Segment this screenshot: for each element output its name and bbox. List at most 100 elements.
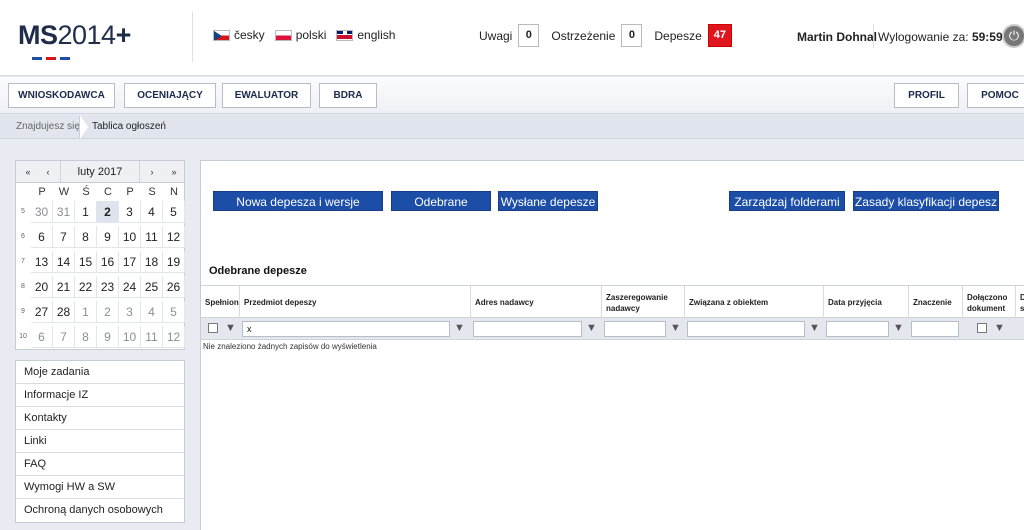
calendar-day[interactable]: 18 [141, 251, 163, 273]
header-divider [192, 12, 193, 62]
counter-warnings[interactable]: Ostrzeżenie 0 [551, 24, 643, 47]
filter-icon[interactable]: ▼ [454, 322, 465, 334]
counter-messages[interactable]: Depesze 47 [654, 24, 733, 47]
calendar-day[interactable]: 1 [75, 201, 97, 223]
new-message-button[interactable]: Nowa depesza i wersje robocze [213, 191, 383, 229]
nav-evaluator-button[interactable]: OCENIAJĄCY [124, 83, 216, 108]
ms2014-logo[interactable]: MS2014+ [18, 20, 131, 51]
calendar-day[interactable]: 12 [163, 226, 185, 248]
calendar-day[interactable]: 27 [31, 301, 53, 323]
subject-filter-input[interactable]: x [242, 321, 450, 337]
calendar-day[interactable]: 8 [75, 326, 97, 348]
col-importance[interactable]: Znaczenie [909, 286, 963, 319]
calendar-first-icon[interactable]: « [18, 161, 38, 183]
calendar-day[interactable]: 1 [75, 301, 97, 323]
calendar-day[interactable]: 25 [141, 276, 163, 298]
menu-hw-sw-requirements[interactable]: Wymogi HW a SW [16, 476, 184, 499]
menu-information[interactable]: Informacje IZ [16, 384, 184, 407]
col-fulfilled[interactable]: Spełnion [201, 286, 240, 319]
calendar-day[interactable]: 16 [97, 251, 119, 273]
calendar-day[interactable]: 3 [119, 201, 141, 223]
counter-notes[interactable]: Uwagi 0 [479, 24, 540, 47]
calendar-day[interactable]: 2 [97, 201, 119, 223]
related-object-filter-input[interactable] [687, 321, 805, 337]
calendar-day[interactable]: 17 [119, 251, 141, 273]
calendar-day[interactable]: 26 [163, 276, 185, 298]
calendar-day[interactable]: 12 [163, 326, 185, 348]
calendar-day[interactable]: 6 [31, 326, 53, 348]
calendar-day[interactable]: 10 [119, 326, 141, 348]
menu-data-protection[interactable]: Ochroną danych osobowych [16, 499, 184, 522]
col-related-object[interactable]: Związana z obiektem [685, 286, 824, 319]
filter-icon[interactable]: ▼ [809, 322, 820, 334]
menu-contacts[interactable]: Kontakty [16, 407, 184, 430]
calendar-day[interactable]: 20 [31, 276, 53, 298]
calendar-day[interactable]: 10 [119, 226, 141, 248]
calendar-day[interactable]: 8 [75, 226, 97, 248]
calendar-day[interactable]: 19 [163, 251, 185, 273]
filter-icon[interactable]: ▼ [893, 322, 904, 334]
calendar-day[interactable]: 11 [141, 226, 163, 248]
calendar-day[interactable]: 9 [97, 326, 119, 348]
menu-faq[interactable]: FAQ [16, 453, 184, 476]
filter-icon[interactable]: ▼ [670, 322, 681, 334]
col-attached-document[interactable]: Dołączono dokument [963, 286, 1016, 319]
sent-messages-button[interactable]: Wysłane depesze [498, 191, 598, 211]
calendar-day[interactable]: 11 [141, 326, 163, 348]
received-messages-button[interactable]: Odebrane depesze [391, 191, 491, 229]
lang-polish[interactable]: polski [274, 28, 326, 42]
filter-icon[interactable]: ▼ [586, 322, 597, 334]
calendar-last-icon[interactable]: » [164, 161, 184, 183]
menu-links[interactable]: Linki [16, 430, 184, 453]
nav-profile-button[interactable]: PROFIL [894, 83, 959, 108]
calendar-day[interactable]: 4 [141, 201, 163, 223]
calendar-day[interactable]: 7 [53, 226, 75, 248]
importance-filter-input[interactable] [911, 321, 959, 337]
calendar-day[interactable]: 24 [119, 276, 141, 298]
menu-my-tasks[interactable]: Moje zadania [16, 361, 184, 384]
fulfilled-filter-checkbox[interactable] [208, 323, 218, 333]
calendar-day[interactable]: 2 [97, 301, 119, 323]
calendar-day[interactable]: 4 [141, 301, 163, 323]
manage-folders-button[interactable]: Zarządzaj folderami [729, 191, 845, 211]
nav-applicant-button[interactable]: WNIOSKODAWCA [8, 83, 115, 108]
lang-english[interactable]: english [336, 28, 395, 42]
calendar-day[interactable]: 15 [75, 251, 97, 273]
filter-icon[interactable]: ▼ [994, 322, 1005, 334]
nav-ewaluator-button[interactable]: EWALUATOR [222, 83, 311, 108]
calendar-next-icon[interactable]: › [142, 161, 162, 183]
calendar-day[interactable]: 14 [53, 251, 75, 273]
filter-icon[interactable]: ▼ [225, 322, 236, 334]
calendar-month[interactable]: luty 2017 [60, 161, 140, 183]
classification-rules-button[interactable]: Zasady klasyfikacji depesz [853, 191, 999, 211]
col-sender-classification[interactable]: Zaszeregowanie nadawcy [602, 286, 685, 319]
col-received-date[interactable]: Data przyjęcia [824, 286, 909, 319]
nav-help-button[interactable]: POMOC [967, 83, 1024, 108]
calendar-day[interactable]: 22 [75, 276, 97, 298]
received-date-filter-input[interactable] [826, 321, 889, 337]
breadcrumb-label: Znajdujesz się: [16, 121, 83, 132]
calendar-day[interactable]: 30 [31, 201, 53, 223]
col-truncated[interactable]: D s [1016, 286, 1024, 319]
calendar-day[interactable]: 3 [119, 301, 141, 323]
lang-czech[interactable]: česky [213, 28, 265, 42]
sender-classification-filter-input[interactable] [604, 321, 666, 337]
col-subject[interactable]: Przedmiot depeszy [240, 286, 471, 319]
calendar-day[interactable]: 9 [97, 226, 119, 248]
calendar-day[interactable]: 13 [31, 251, 53, 273]
nav-bdra-button[interactable]: BDRA [319, 83, 377, 108]
calendar-day[interactable]: 5 [163, 301, 185, 323]
power-icon[interactable]: ⏻ [1002, 24, 1024, 48]
calendar-day[interactable]: 5 [163, 201, 185, 223]
sender-address-filter-input[interactable] [473, 321, 582, 337]
attached-document-filter-checkbox[interactable] [977, 323, 987, 333]
calendar-day[interactable]: 6 [31, 226, 53, 248]
calendar-day[interactable]: 28 [53, 301, 75, 323]
col-sender-address[interactable]: Adres nadawcy [471, 286, 602, 319]
calendar-day[interactable]: 31 [53, 201, 75, 223]
user-name[interactable]: Martin Dohnal [797, 30, 877, 44]
calendar-day[interactable]: 21 [53, 276, 75, 298]
calendar-prev-icon[interactable]: ‹ [38, 161, 58, 183]
calendar-day[interactable]: 7 [53, 326, 75, 348]
calendar-day[interactable]: 23 [97, 276, 119, 298]
